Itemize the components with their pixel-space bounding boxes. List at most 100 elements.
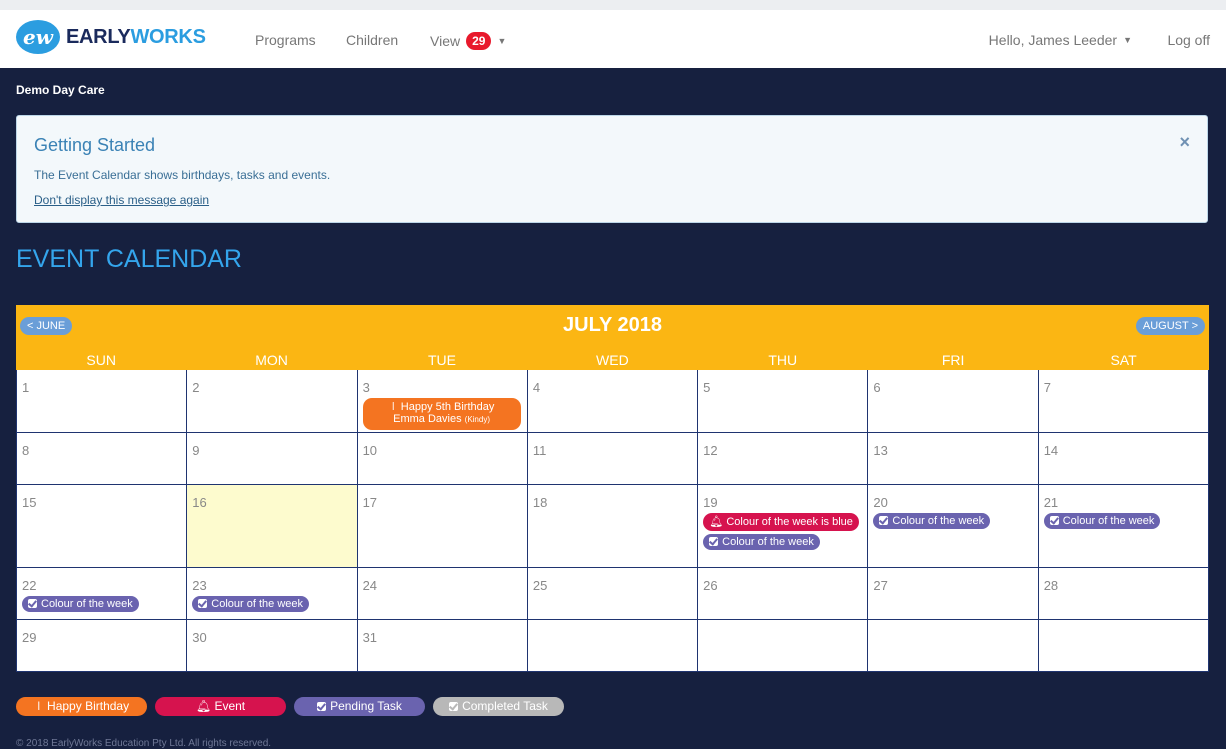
logo-text-works: WORKS — [130, 25, 206, 48]
pending-task-item[interactable]: Colour of the week — [22, 596, 139, 612]
day-number: 6 — [873, 380, 881, 395]
getting-started-alert: Getting Started The Event Calendar shows… — [16, 115, 1208, 223]
birthday-room: (Kindy) — [464, 415, 490, 424]
pending-task-item[interactable]: Colour of the week — [873, 513, 991, 529]
day-cell[interactable]: 28 — [1038, 568, 1209, 620]
nav-children[interactable]: Children — [346, 32, 398, 48]
checkbox-icon — [198, 599, 208, 608]
empty-cell — [527, 620, 699, 672]
day-cell[interactable]: 19 🔔︎ Colour of the week is blue Colour o… — [698, 485, 869, 568]
task-label: Colour of the week — [722, 536, 814, 548]
event-item[interactable]: 🔔︎ Colour of the week is blue — [703, 513, 860, 531]
day-cell[interactable]: 11 — [527, 433, 699, 485]
day-number: 21 — [1043, 495, 1059, 510]
logo-text: EARLYWORKS — [66, 26, 206, 49]
day-cell[interactable]: 1 — [17, 370, 188, 433]
day-cell[interactable]: 30 — [187, 620, 358, 672]
pending-task-item[interactable]: Colour of the week — [1043, 513, 1161, 529]
day-number: 22 — [22, 578, 37, 593]
calendar-grid: 1 2 3 𝍷 Happy 5th Birthday Emma Davies (… — [16, 370, 1209, 672]
day-cell[interactable]: 17 — [357, 485, 528, 568]
day-cell[interactable]: 14 — [1038, 433, 1209, 485]
day-number: 11 — [532, 443, 547, 458]
checkbox-icon — [449, 702, 459, 711]
day-cell[interactable]: 26 — [698, 568, 869, 620]
checkbox-icon — [28, 599, 37, 608]
day-cell[interactable]: 10 — [357, 433, 528, 485]
day-cell[interactable]: 3 𝍷 Happy 5th Birthday Emma Davies (Kind… — [357, 370, 528, 433]
legend-pending-task: Pending Task — [294, 697, 425, 716]
legend-birthday-label: Happy Birthday — [47, 699, 130, 713]
day-cell[interactable]: 5 — [698, 370, 869, 433]
day-cell[interactable]: 29 — [17, 620, 188, 672]
day-number: 24 — [362, 578, 378, 593]
day-cell[interactable]: 4 — [527, 370, 699, 433]
task-label: Colour of the week — [1062, 515, 1155, 527]
weekday-sat: SAT — [1110, 352, 1137, 368]
day-cell[interactable]: 20 Colour of the week — [868, 485, 1039, 568]
empty-cell — [1038, 620, 1209, 672]
pending-task-item[interactable]: Colour of the week — [703, 534, 820, 550]
day-cell[interactable]: 12 — [698, 433, 869, 485]
next-month-button[interactable]: AUGUST > — [1135, 317, 1205, 335]
task-label: Colour of the week — [211, 598, 303, 610]
logoff-link[interactable]: Log off — [1167, 32, 1210, 48]
day-cell[interactable]: 21 Colour of the week — [1038, 485, 1209, 568]
legend-completed-label: Completed Task — [462, 699, 548, 713]
day-cell[interactable]: 13 — [868, 433, 1039, 485]
user-greeting: Hello, James Leeder — [988, 32, 1118, 48]
bell-icon: 🔔︎ — [709, 516, 724, 528]
month-title: JULY 2018 — [563, 314, 662, 336]
day-number: 10 — [362, 443, 378, 458]
legend-event: 🔔︎ Event — [155, 697, 286, 716]
day-cell[interactable]: 27 — [868, 568, 1039, 620]
day-cell[interactable]: 31 — [357, 620, 528, 672]
day-number: 2 — [192, 380, 200, 395]
weekday-wed: WED — [596, 352, 629, 368]
alert-text: The Event Calendar shows birthdays, task… — [34, 168, 331, 182]
dismiss-forever-link[interactable]: Don't display this message again — [34, 193, 209, 207]
footer-copyright: © 2018 EarlyWorks Education Pty Ltd. All… — [16, 738, 272, 749]
day-number: 16 — [192, 495, 207, 510]
day-cell[interactable]: 6 — [868, 370, 1039, 433]
nav-view-dropdown[interactable]: View 29 ▼ — [430, 32, 506, 50]
day-number: 27 — [873, 578, 888, 593]
day-number: 29 — [22, 630, 37, 645]
weekday-fri: FRI — [941, 352, 965, 368]
day-cell[interactable]: 22 Colour of the week — [17, 568, 188, 620]
day-cell[interactable]: 8 — [17, 433, 188, 485]
day-number: 30 — [192, 630, 207, 645]
notification-count-badge: 29 — [466, 32, 492, 50]
top-navbar: ew EARLYWORKS Programs Children View 29 … — [0, 0, 1226, 68]
pending-task-item[interactable]: Colour of the week — [192, 596, 309, 612]
close-icon[interactable]: × — [1179, 132, 1190, 153]
chevron-down-icon: ▼ — [497, 36, 507, 46]
weekday-header-row: SUN MON TUE WED THU FRI SAT — [16, 352, 1209, 368]
calendar-header: < JUNE JULY 2018 AUGUST > SUN MON TUE WE… — [16, 305, 1209, 370]
nav-programs[interactable]: Programs — [255, 32, 316, 48]
day-cell[interactable]: 15 — [17, 485, 188, 568]
day-cell[interactable]: 24 — [357, 568, 528, 620]
day-cell[interactable]: 18 — [527, 485, 699, 568]
user-menu-dropdown[interactable]: Hello, James Leeder ▼ — [989, 32, 1132, 48]
weekday-mon: MON — [255, 352, 288, 368]
day-number: 14 — [1043, 443, 1059, 458]
app-logo[interactable]: ew EARLYWORKS — [16, 20, 206, 54]
birthday-title: Happy 5th Birthday — [400, 401, 495, 413]
day-cell-today[interactable]: 16 — [187, 485, 358, 568]
day-number: 17 — [362, 495, 378, 510]
weekday-tue: TUE — [427, 352, 456, 368]
page-title: EVENT CALENDAR — [16, 245, 242, 273]
day-cell[interactable]: 7 — [1038, 370, 1209, 433]
alert-title: Getting Started — [34, 135, 156, 155]
day-cell[interactable]: 23 Colour of the week — [187, 568, 358, 620]
legend-pending-label: Pending Task — [330, 699, 402, 713]
day-number: 15 — [22, 495, 37, 510]
day-cell[interactable]: 9 — [187, 433, 358, 485]
legend-completed-task: Completed Task — [433, 697, 564, 716]
day-cell[interactable]: 2 — [187, 370, 358, 433]
birthday-event[interactable]: 𝍷 Happy 5th Birthday Emma Davies (Kindy) — [362, 398, 521, 430]
day-cell[interactable]: 25 — [527, 568, 699, 620]
day-number: 23 — [192, 578, 207, 593]
bell-icon: 🔔︎ — [195, 699, 212, 713]
